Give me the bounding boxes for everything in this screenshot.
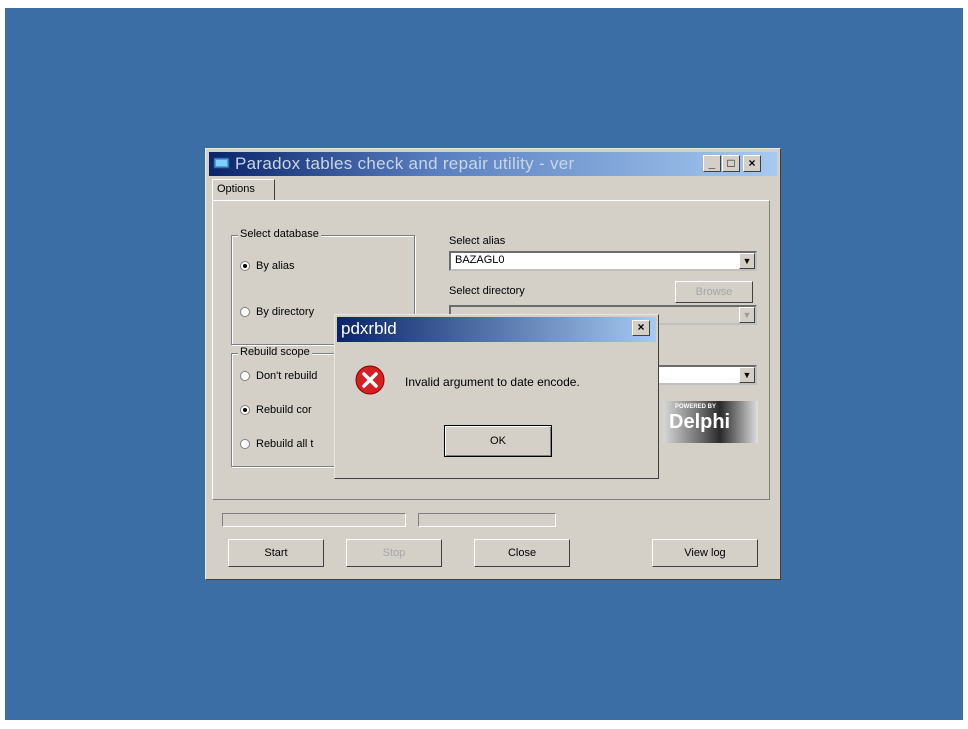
radio-label: By alias [256, 260, 295, 272]
logo-text: Delphi [669, 411, 731, 433]
progress-bar-left [222, 513, 406, 527]
logo-caption: POWERED BY [675, 404, 717, 410]
select-alias-label: Select alias [449, 235, 506, 247]
radio-dont-rebuild[interactable]: Don't rebuild [240, 370, 317, 382]
radio-rebuild-all[interactable]: Rebuild all t [240, 438, 313, 450]
radio-indicator [240, 371, 250, 381]
radio-label: By directory [256, 306, 315, 318]
radio-indicator [240, 439, 250, 449]
select-database-title: Select database [238, 228, 321, 240]
chevron-down-icon[interactable]: ▼ [739, 367, 755, 383]
select-directory-label: Select directory [449, 285, 525, 297]
rebuild-scope-title: Rebuild scope [238, 346, 312, 358]
start-button[interactable]: Start [228, 539, 324, 567]
browse-button[interactable]: Browse [675, 281, 753, 303]
maximize-button[interactable]: □ [722, 155, 740, 172]
error-message: Invalid argument to date encode. [405, 375, 580, 389]
dialog-title: pdxrbld [341, 319, 397, 338]
chevron-down-icon[interactable]: ▼ [739, 253, 755, 269]
ok-button[interactable]: OK [444, 425, 552, 457]
radio-indicator [240, 261, 250, 271]
radio-label: Rebuild cor [256, 404, 312, 416]
radio-label: Rebuild all t [256, 438, 314, 450]
dialog-titlebar[interactable]: pdxrbld × [337, 317, 656, 342]
error-icon [355, 365, 385, 395]
radio-rebuild-corrupted[interactable]: Rebuild cor [240, 404, 312, 416]
stop-button[interactable]: Stop [346, 539, 442, 567]
error-dialog: pdxrbld × Invalid argument to date encod… [334, 314, 659, 479]
radio-by-directory[interactable]: By directory [240, 306, 314, 318]
view-log-button[interactable]: View log [652, 539, 758, 567]
app-icon [213, 157, 230, 169]
window-title: Paradox tables check and repair utility … [235, 154, 575, 173]
alias-value: BAZAGL0 [455, 254, 505, 266]
radio-label: Don't rebuild [256, 370, 318, 382]
alias-combo[interactable]: BAZAGL0 ▼ [449, 251, 757, 271]
radio-by-alias[interactable]: By alias [240, 260, 295, 272]
close-button[interactable]: × [743, 155, 761, 172]
dialog-close-button[interactable]: × [632, 320, 650, 336]
tab-options[interactable]: Options [212, 179, 275, 201]
delphi-logo: POWERED BY Delphi [663, 401, 758, 443]
radio-indicator [240, 307, 250, 317]
main-titlebar[interactable]: Paradox tables check and repair utility … [209, 152, 777, 176]
chevron-down-icon[interactable]: ▼ [739, 307, 755, 323]
radio-indicator [240, 405, 250, 415]
close-app-button[interactable]: Close [474, 539, 570, 567]
minimize-button[interactable]: _ [703, 155, 721, 172]
progress-bar-right [418, 513, 556, 527]
